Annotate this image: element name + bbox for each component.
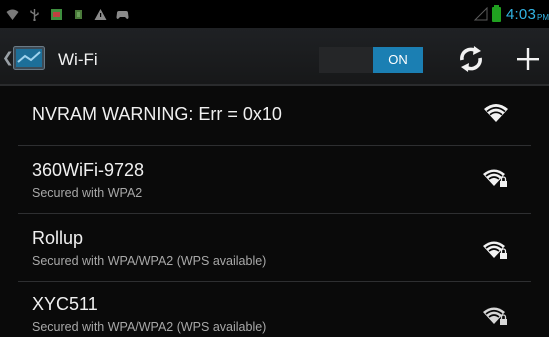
network-row[interactable]: XYC511 Secured with WPA/WPA2 (WPS availa… [0, 282, 549, 337]
wifi-signal-locked-icon [483, 241, 507, 259]
wifi-signal-open-icon [484, 104, 508, 122]
settings-app-icon[interactable] [13, 46, 45, 70]
network-security: Secured with WPA2 [32, 186, 143, 200]
network-name: XYC511 [32, 294, 98, 314]
warning-icon [94, 8, 107, 20]
clock: 4:03 [506, 5, 536, 23]
clock-suffix: PM [537, 12, 549, 22]
status-right: 4:03 PM [474, 4, 549, 24]
signal-strength-icon [474, 7, 488, 21]
action-bar: ❮ Wi-Fi ON [0, 28, 549, 86]
refresh-scan-icon[interactable] [454, 44, 488, 74]
network-name: NVRAM WARNING: Err = 0x10 [32, 104, 282, 124]
battery-icon [492, 4, 501, 22]
toggle-on-thumb: ON [373, 47, 423, 73]
screen: 4:03 PM ❮ Wi-Fi ON NVRAM WARNING: Err = … [0, 0, 549, 337]
network-security: Secured with WPA/WPA2 (WPS available) [32, 320, 267, 334]
usb-icon [30, 8, 39, 21]
wifi-status-icon [6, 9, 19, 20]
add-network-icon[interactable] [513, 44, 543, 74]
network-row[interactable]: 360WiFi-9728 Secured with WPA2 [0, 146, 549, 212]
app-notification-icon [51, 8, 62, 20]
page-title: Wi-Fi [58, 50, 98, 69]
network-name: 360WiFi-9728 [32, 160, 145, 180]
wifi-toggle[interactable]: ON [319, 47, 423, 73]
network-name: Rollup [32, 228, 84, 248]
notification-icons [6, 6, 129, 22]
android-icon [75, 9, 82, 19]
network-list: NVRAM WARNING: Err = 0x10 360WiFi-9728 S… [0, 86, 549, 337]
game-controller-icon [116, 10, 129, 19]
network-row[interactable]: Rollup Secured with WPA/WPA2 (WPS availa… [0, 214, 549, 280]
wifi-signal-locked-icon [483, 169, 507, 187]
network-row[interactable]: NVRAM WARNING: Err = 0x10 [0, 86, 549, 144]
wifi-signal-locked-icon [483, 307, 507, 325]
network-security: Secured with WPA/WPA2 (WPS available) [32, 254, 267, 268]
back-caret-icon[interactable]: ❮ [2, 49, 14, 66]
toggle-off-track [319, 47, 373, 73]
status-bar: 4:03 PM [0, 0, 549, 28]
